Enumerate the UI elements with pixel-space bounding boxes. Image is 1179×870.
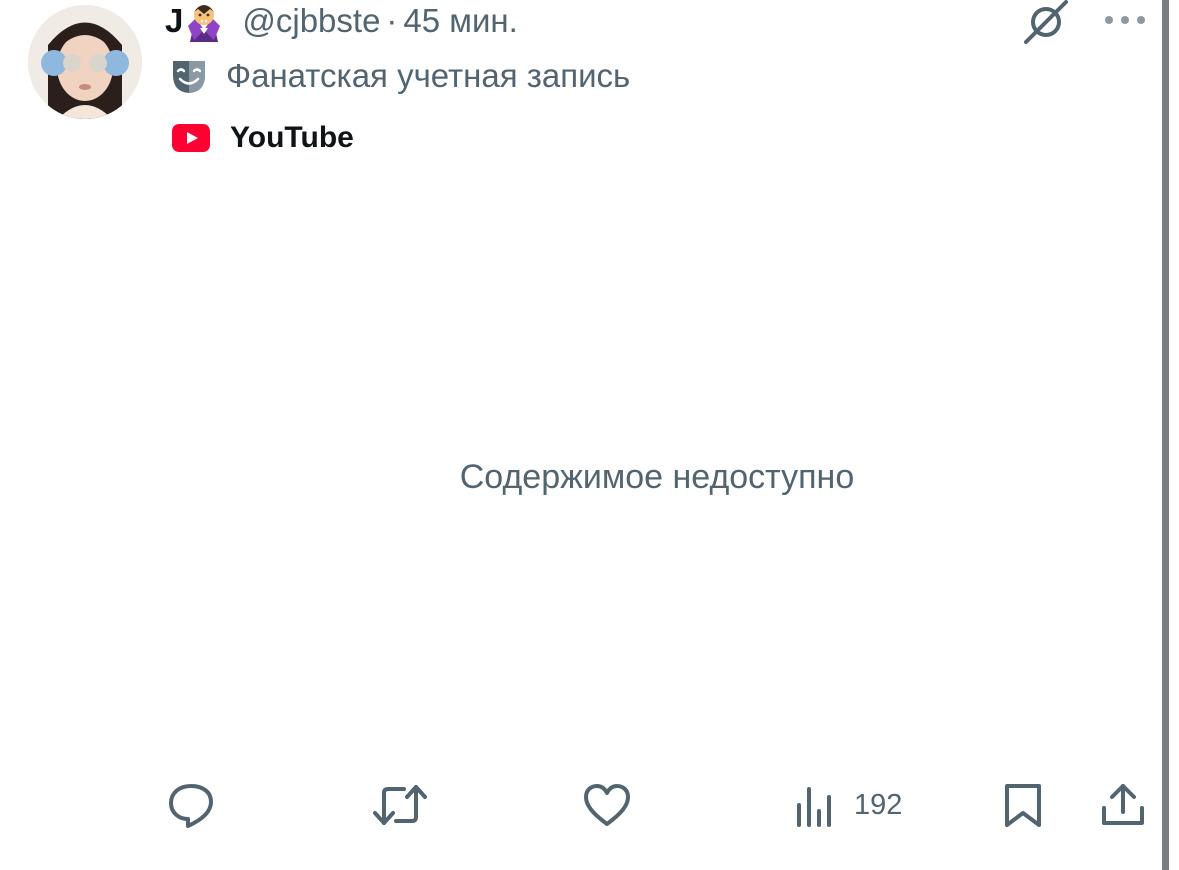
bookmark-icon — [1002, 782, 1044, 828]
share-icon — [1100, 782, 1146, 828]
window-edge — [1162, 0, 1169, 870]
account-label-text: Фанатская учетная запись — [226, 57, 631, 94]
share-button[interactable] — [1100, 780, 1146, 830]
like-button[interactable] — [582, 780, 632, 830]
heart-icon — [582, 782, 632, 828]
reply-icon — [166, 781, 216, 829]
post-time[interactable]: 45 мин. — [403, 2, 517, 40]
bookmark-button[interactable] — [1002, 780, 1044, 830]
source-name: YouTube — [230, 121, 354, 154]
more-options-icon[interactable] — [1103, 10, 1147, 30]
parody-mask-icon — [170, 57, 208, 95]
display-name[interactable]: J — [165, 2, 183, 40]
media-source[interactable]: YouTube — [172, 118, 354, 158]
youtube-icon — [172, 124, 210, 152]
reply-button[interactable] — [166, 780, 216, 830]
tweet-header: J @cjbbste · 45 мин. — [165, 0, 518, 42]
views-count: 192 — [854, 788, 903, 821]
views-button[interactable]: 192 — [794, 780, 902, 830]
views-icon — [794, 783, 834, 827]
user-handle[interactable]: @cjbbste — [242, 2, 380, 40]
vampire-emoji-icon — [184, 0, 224, 42]
account-label[interactable]: Фанатская учетная запись — [170, 54, 630, 98]
content-unavailable-text: Содержимое недоступно — [459, 458, 855, 496]
separator-dot: · — [386, 2, 398, 39]
retweet-button[interactable] — [372, 780, 428, 830]
retweet-icon — [372, 783, 428, 827]
avatar[interactable] — [28, 5, 142, 119]
grok-icon[interactable] — [1022, 0, 1070, 44]
